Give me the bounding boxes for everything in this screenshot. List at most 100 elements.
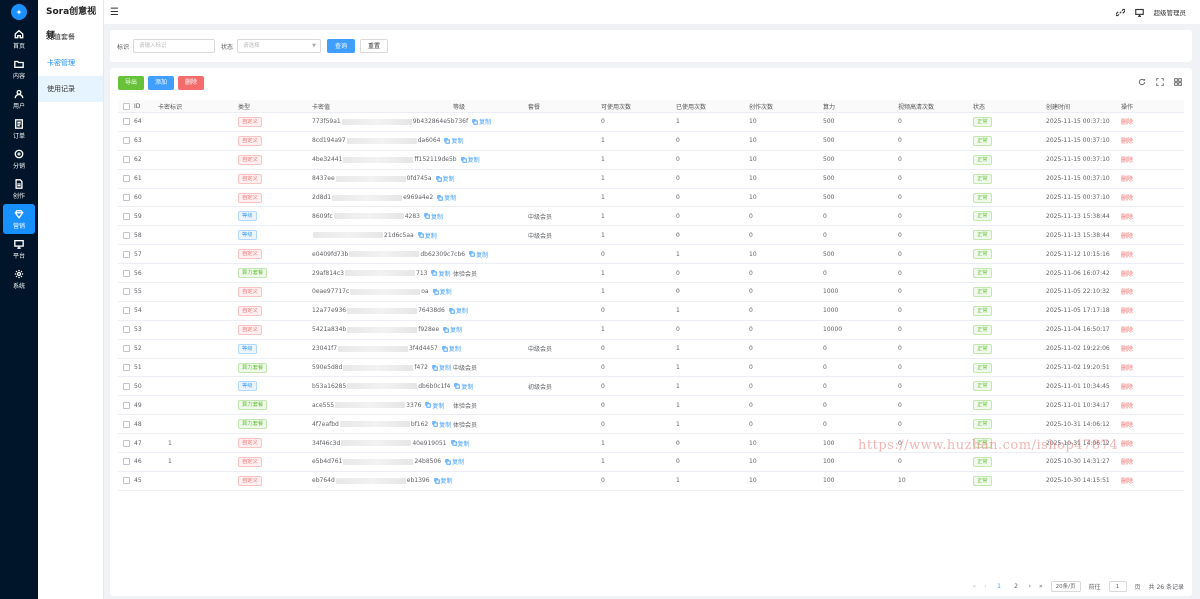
first-page-icon[interactable]: « [973,583,977,590]
row-checkbox[interactable] [123,118,130,126]
header-checkbox[interactable] [123,100,130,112]
row-delete-button[interactable]: 删除 [1121,420,1133,429]
copy-button[interactable]: 复制 [450,439,470,448]
row-checkbox[interactable] [123,458,130,466]
row-checkbox[interactable] [123,250,130,258]
submenu-item-card-management[interactable]: 卡密管理 [38,50,103,76]
row-checkbox[interactable] [123,401,130,409]
search-button[interactable]: 查询 [327,39,356,53]
reset-button[interactable]: 重置 [360,39,389,53]
row-delete-button[interactable]: 删除 [1121,231,1133,240]
fullscreen-icon[interactable] [1156,78,1164,86]
row-delete-button[interactable]: 删除 [1121,174,1133,183]
rail-item-home[interactable]: 首页 [0,24,38,54]
last-page-icon[interactable]: » [1039,583,1043,590]
rail-item-monitor[interactable]: 平台 [0,234,38,264]
copy-button[interactable]: 复制 [431,269,450,278]
copy-button[interactable]: 复制 [424,212,443,221]
row-checkbox[interactable] [123,364,130,372]
export-button[interactable]: 导出 [118,76,145,90]
row-delete-button[interactable]: 删除 [1121,476,1133,485]
rail-item-gear[interactable]: 系统 [0,264,38,294]
copy-button[interactable]: 复制 [432,363,451,372]
row-checkbox[interactable] [123,194,130,201]
table-row: 64 自定义 773f59a1 9b432864e5b736f 复制 0 1 10 500 0 正常… [118,113,1184,132]
row-delete-button[interactable]: 删除 [1121,325,1133,334]
row-checkbox[interactable] [123,345,130,353]
row-delete-button[interactable]: 删除 [1121,457,1133,466]
row-delete-button[interactable]: 删除 [1121,287,1133,296]
row-checkbox[interactable] [123,477,130,485]
row-delete-button[interactable]: 删除 [1121,382,1133,391]
copy-button[interactable]: 复制 [442,344,461,353]
copy-button[interactable]: 复制 [469,250,488,259]
row-delete-button[interactable]: 删除 [1121,117,1133,126]
row-checkbox[interactable] [123,175,130,183]
copy-button[interactable]: 复制 [418,231,437,240]
column-settings-icon[interactable] [1174,78,1182,86]
next-page-icon[interactable]: › [1029,583,1031,590]
row-checkbox[interactable] [123,156,130,164]
menu-toggle-icon[interactable]: ☰ [110,7,119,18]
status-badge: 正常 [973,362,992,373]
submenu-item-recharge[interactable]: 充值套餐 [38,24,103,50]
table-row: 59 等级 8609fc 4283 复制 中级会员 1 0 0 0 0 正常 2025-11-13 15… [118,207,1184,227]
copy-button[interactable]: 复制 [449,306,468,315]
row-delete-button[interactable]: 删除 [1121,193,1133,202]
row-checkbox[interactable] [123,439,130,447]
delete-button[interactable]: 删除 [178,76,205,90]
copy-button[interactable]: 复制 [460,155,480,164]
row-checkbox[interactable] [123,382,130,390]
copy-button[interactable]: 复制 [432,287,452,296]
copy-button[interactable]: 复制 [425,401,444,410]
refresh-icon[interactable] [1138,78,1146,86]
current-user[interactable]: 超级管理员 [1154,7,1187,17]
row-checkbox[interactable] [123,326,130,334]
row-delete-button[interactable]: 删除 [1121,269,1133,278]
rail-item-user[interactable]: 用户 [0,84,38,114]
row-checkbox[interactable] [123,288,130,296]
copy-button[interactable]: 复制 [454,382,473,391]
goto-input[interactable]: 1 [1108,581,1127,592]
cell-create-count: 0 [749,212,753,220]
copy-button[interactable]: 复制 [445,457,464,466]
row-delete-button[interactable]: 删除 [1121,250,1133,259]
add-button[interactable]: 添加 [148,76,175,90]
page-size-select[interactable]: 20条/页 [1050,581,1081,592]
row-checkbox[interactable] [123,269,130,277]
row-delete-button[interactable]: 删除 [1121,363,1133,372]
copy-button[interactable]: 复制 [433,476,453,485]
row-checkbox[interactable] [123,307,130,315]
row-checkbox[interactable] [123,137,130,145]
rail-item-order[interactable]: 订单 [0,114,38,144]
row-delete-button[interactable]: 删除 [1121,439,1133,448]
copy-button[interactable]: 复制 [444,136,463,145]
copy-button[interactable]: 复制 [443,325,462,334]
id-input[interactable]: 请输入标识 [133,39,216,53]
prev-page-icon[interactable]: ‹ [984,583,986,590]
row-checkbox[interactable] [123,212,130,220]
status-select[interactable]: 请选择 ▼ [237,39,322,53]
copy-button[interactable]: 复制 [472,117,491,126]
row-delete-button[interactable]: 删除 [1121,344,1133,353]
row-checkbox[interactable] [123,420,130,428]
row-delete-button[interactable]: 删除 [1121,155,1133,164]
submenu-item-usage-records[interactable]: 使用记录 [38,76,103,102]
page-2[interactable]: 2 [1012,583,1021,590]
row-checkbox[interactable] [123,231,130,239]
rail-item-share[interactable]: 分销 [0,144,38,174]
copy-button[interactable]: 复制 [437,193,456,202]
monitor-icon[interactable] [1134,8,1144,17]
row-delete-button[interactable]: 删除 [1121,401,1133,410]
row-delete-button[interactable]: 删除 [1121,306,1133,315]
row-delete-button[interactable]: 删除 [1121,212,1133,221]
copy-button[interactable]: 复制 [432,420,451,429]
rail-item-folder[interactable]: 内容 [0,54,38,84]
link-icon[interactable] [1115,8,1125,17]
row-delete-button[interactable]: 删除 [1121,136,1133,145]
copy-button[interactable]: 复制 [435,174,455,183]
rail-item-document[interactable]: 创作 [0,174,38,204]
goto-label: 前往 [1088,584,1101,591]
page-1[interactable]: 1 [995,583,1004,590]
rail-item-diamond[interactable]: 营销 [3,204,35,234]
